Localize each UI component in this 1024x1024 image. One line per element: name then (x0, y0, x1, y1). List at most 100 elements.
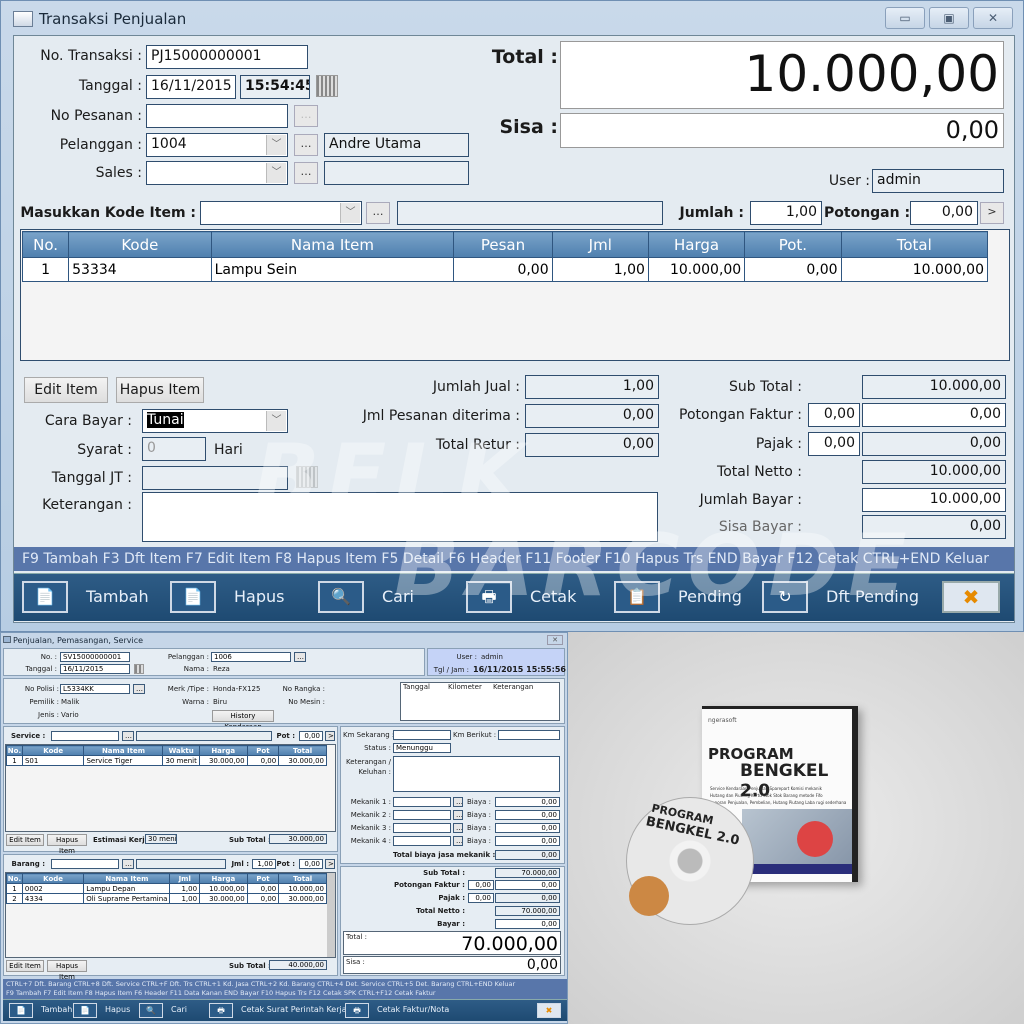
barang-col-header[interactable]: Jml (169, 873, 201, 884)
items-col-header[interactable]: Total (840, 231, 989, 258)
pajak-pct-field[interactable]: 0,00 (808, 432, 860, 456)
no-polisi-dropdown[interactable]: L5334KK (60, 684, 130, 694)
browse-button[interactable]: … (453, 836, 463, 846)
toolbar-button-cetak-faktur-nota[interactable]: 🖶 Cetak Faktur/Nota (345, 1003, 475, 1019)
maximize-button[interactable]: ▣ (929, 7, 969, 29)
potongan-faktur-pct-field[interactable]: 0,00 (808, 403, 860, 427)
no-pesanan-browse-button[interactable]: … (294, 105, 318, 127)
barang-hapus-item-button[interactable]: Hapus Item (47, 960, 87, 981)
keterangan-field[interactable] (393, 756, 560, 792)
chevron-down-icon[interactable]: ﹀ (340, 203, 360, 223)
biaya-field[interactable]: 0,00 (495, 797, 560, 807)
no-field[interactable]: SV15000000001 (60, 652, 130, 662)
tanggal-field[interactable]: 16/11/2015 (60, 664, 130, 674)
km-berikut-field[interactable] (498, 730, 560, 740)
syarat-field[interactable]: 0 (142, 437, 206, 461)
barang-col-header[interactable]: Pot (246, 873, 280, 884)
mekanik-dropdown[interactable] (393, 810, 451, 820)
table-row[interactable]: 1 53334 Lampu Sein 0,00 1,00 10.000,00 0,00 10.… (21, 257, 989, 282)
browse-button[interactable]: … (294, 652, 306, 662)
biaya-field[interactable]: 0,00 (495, 823, 560, 833)
browse-button[interactable]: … (122, 731, 134, 741)
barang-dropdown[interactable] (51, 859, 119, 869)
pajak-pct-field[interactable]: 0,00 (468, 893, 494, 903)
edit-item-button[interactable]: Edit Item (24, 377, 108, 403)
service-col-header[interactable]: Harga (198, 745, 248, 756)
add-service-button[interactable]: > (325, 731, 335, 741)
kode-item-dropdown[interactable]: ﹀ (200, 201, 362, 225)
pelanggan-dropdown[interactable]: 1004 ﹀ (146, 133, 288, 157)
biaya-field[interactable]: 0,00 (495, 836, 560, 846)
potongan-faktur-pct-field[interactable]: 0,00 (468, 880, 494, 890)
close-window-button[interactable]: ✕ (547, 635, 563, 645)
jumlah-bayar-field[interactable]: 10.000,00 (862, 488, 1006, 512)
minimize-button[interactable]: ▭ (885, 7, 925, 29)
potongan-field[interactable]: 0,00 (910, 201, 978, 225)
service-dropdown[interactable] (51, 731, 119, 741)
bayar-field[interactable]: 0,00 (495, 919, 560, 929)
potongan-faktur-field[interactable]: 0,00 (495, 880, 560, 890)
km-sekarang-field[interactable] (393, 730, 451, 740)
potongan-faktur-field[interactable]: 0,00 (862, 403, 1006, 427)
barang-col-header[interactable]: Kode (21, 873, 85, 884)
table-row[interactable]: 2 4334 Oli Suprame Pertamina 1,00 30.000,00 0… (6, 893, 327, 904)
barang-col-header[interactable]: No. (6, 873, 23, 884)
jml-field[interactable]: 1,00 (252, 859, 276, 869)
close-window-button[interactable]: ✕ (973, 7, 1013, 29)
tanggal-field[interactable]: 16/11/2015 (146, 75, 236, 99)
items-col-header[interactable]: Harga (647, 231, 746, 258)
add-barang-button[interactable]: > (325, 859, 335, 869)
close-button[interactable]: ✖ (942, 581, 1002, 615)
toolbar-button-tambah[interactable]: 📄 Tambah (22, 581, 162, 615)
items-col-header[interactable]: No. (21, 231, 70, 258)
scrollbar[interactable] (327, 873, 335, 957)
service-col-header[interactable]: No. (6, 745, 23, 756)
table-row[interactable]: 1 0002 Lampu Depan 1,00 10.000,00 0,00 10.000,… (6, 883, 327, 894)
items-col-header[interactable]: Kode (68, 231, 212, 258)
browse-button[interactable]: … (122, 859, 134, 869)
pelanggan-browse-button[interactable]: … (294, 134, 318, 156)
close-button[interactable]: ✖ (537, 1003, 561, 1019)
mekanik-dropdown[interactable] (393, 836, 451, 846)
service-col-header[interactable]: Kode (21, 745, 85, 756)
mekanik-dropdown[interactable] (393, 797, 451, 807)
table-row[interactable]: 1 S01 Service Tiger 30 menit 30.000,00 0,00 30… (6, 755, 327, 766)
barang-col-header[interactable]: Harga (199, 873, 248, 884)
items-col-header[interactable]: Jml (551, 231, 649, 258)
no-transaksi-field[interactable]: PJ15000000001 (146, 45, 308, 69)
items-col-header[interactable]: Pesan (453, 231, 553, 258)
service-edit-item-button[interactable]: Edit Item (6, 834, 44, 846)
calendar-icon[interactable] (316, 75, 338, 97)
pot-field[interactable]: 0,00 (299, 731, 323, 741)
service-hapus-item-button[interactable]: Hapus Item (47, 834, 87, 855)
items-col-header[interactable]: Nama Item (210, 231, 455, 258)
no-pesanan-field[interactable] (146, 104, 288, 128)
service-col-header[interactable]: Nama Item (83, 745, 164, 756)
biaya-field[interactable]: 0,00 (495, 810, 560, 820)
calendar-icon[interactable] (134, 664, 144, 674)
sales-dropdown[interactable]: ﹀ (146, 161, 288, 185)
browse-button[interactable]: … (453, 810, 463, 820)
chevron-down-icon[interactable]: ﹀ (266, 135, 286, 155)
browse-button[interactable]: … (453, 797, 463, 807)
browse-button[interactable]: … (133, 684, 145, 694)
service-col-header[interactable]: Pot (246, 745, 280, 756)
pelanggan-dropdown[interactable]: 1006 (211, 652, 291, 662)
sales-browse-button[interactable]: … (294, 162, 318, 184)
chevron-down-icon[interactable]: ﹀ (266, 163, 286, 183)
browse-button[interactable]: … (453, 823, 463, 833)
mekanik-dropdown[interactable] (393, 823, 451, 833)
status-dropdown[interactable]: Menunggu (393, 743, 451, 753)
kode-item-browse-button[interactable]: … (366, 202, 390, 224)
toolbar-button-cetak-surat-perintah-kerja[interactable]: 🖶 Cetak Surat Perintah Kerja (209, 1003, 347, 1019)
jumlah-field[interactable]: 1,00 (750, 201, 822, 225)
history-kendaraan-button[interactable]: History Kendaraan (212, 710, 274, 731)
items-col-header[interactable]: Pot. (744, 231, 842, 258)
pot-field[interactable]: 0,00 (299, 859, 323, 869)
barang-col-header[interactable]: Nama Item (83, 873, 171, 884)
hapus-item-button[interactable]: Hapus Item (116, 377, 204, 403)
service-col-header[interactable]: Waktu (162, 745, 200, 756)
add-item-next-button[interactable]: > (980, 202, 1004, 224)
barang-edit-item-button[interactable]: Edit Item (6, 960, 44, 972)
barang-col-header[interactable]: Total (278, 873, 327, 884)
